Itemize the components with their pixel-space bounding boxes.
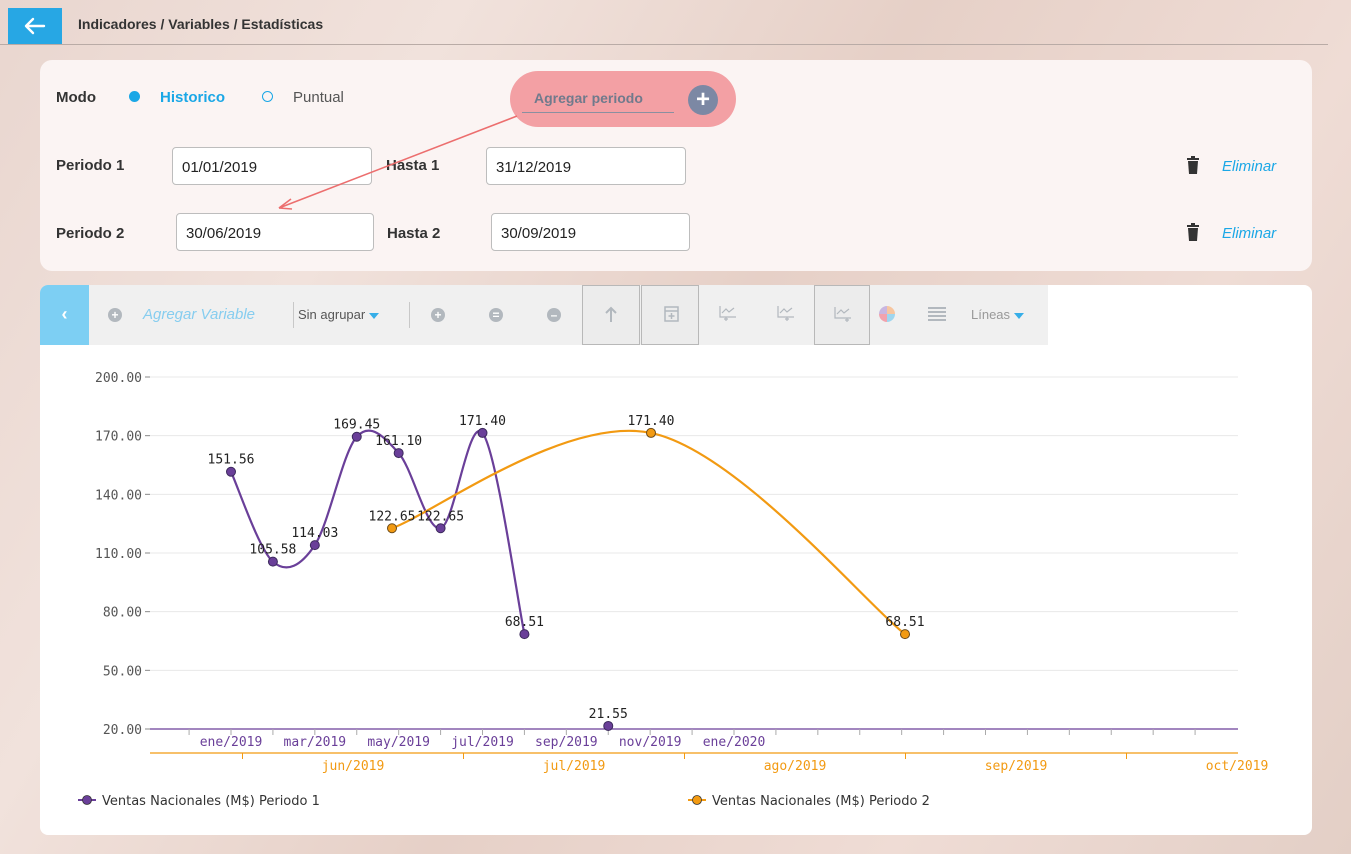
data-label-periodo-1: 171.40	[459, 414, 506, 429]
data-label-periodo-1: 68.51	[505, 615, 544, 630]
data-point-periodo-2	[900, 629, 910, 640]
data-label-periodo-1: 151.56	[208, 453, 255, 468]
data-point-periodo-1	[435, 523, 446, 534]
data-label-periodo-2: 171.40	[628, 414, 675, 429]
x-tick-label-secondary: jul/2019	[543, 759, 606, 774]
data-label-periodo-2: 68.51	[885, 615, 924, 630]
x-tick-label: jul/2019	[451, 735, 514, 750]
data-point-periodo-1	[603, 720, 614, 731]
x-tick-label: may/2019	[367, 735, 430, 750]
chart-card: ‹ + Agregar Variable Sin agrupar + = – L…	[40, 285, 1312, 835]
x-tick-label-secondary: oct/2019	[1206, 759, 1269, 774]
x-tick-label-secondary: sep/2019	[985, 759, 1048, 774]
x-tick-label-secondary: ago/2019	[764, 759, 827, 774]
legend-label: Ventas Nacionales (M$) Periodo 2	[712, 794, 930, 809]
x-tick-label: mar/2019	[284, 735, 347, 750]
legend-marker	[82, 795, 92, 805]
data-point-periodo-2	[387, 523, 397, 534]
x-tick-label-secondary: jun/2019	[322, 759, 385, 774]
data-point-periodo-1	[267, 556, 278, 567]
y-tick-label: 80.00	[103, 606, 142, 621]
data-label-periodo-1: 169.45	[333, 418, 380, 433]
legend-marker	[692, 795, 702, 805]
series-line-periodo-2	[391, 429, 906, 635]
data-label-periodo-1: 122.65	[417, 509, 464, 524]
y-tick-label: 20.00	[103, 723, 142, 738]
legend-label: Ventas Nacionales (M$) Periodo 1	[102, 794, 320, 809]
data-label-periodo-1: 161.10	[375, 434, 422, 449]
y-tick-label: 140.00	[95, 488, 142, 503]
line-chart: 200.00 170.00 140.00 110.00 80.00 50.00 20.00 e…	[78, 371, 1269, 809]
data-point-periodo-1	[226, 466, 236, 477]
y-tick-label: 200.00	[95, 371, 142, 386]
data-point-periodo-1	[393, 448, 404, 459]
series-line-periodo-1	[230, 429, 526, 635]
y-tick-label: 110.00	[95, 547, 142, 562]
data-label-periodo-2: 122.65	[369, 509, 416, 524]
x-tick-label: sep/2019	[535, 735, 598, 750]
x-tick-label: nov/2019	[619, 735, 682, 750]
data-point-periodo-1	[309, 540, 320, 551]
data-label-periodo-1: 114.03	[291, 526, 338, 541]
data-label-periodo-1: 21.55	[589, 707, 628, 722]
x-tick-label: ene/2020	[703, 735, 766, 750]
data-point-periodo-1	[519, 629, 530, 640]
data-label-periodo-1: 105.58	[249, 543, 296, 558]
data-point-periodo-1	[477, 427, 488, 438]
data-point-periodo-1	[351, 431, 362, 442]
x-tick-label: ene/2019	[200, 735, 263, 750]
y-tick-label: 170.00	[95, 430, 142, 445]
y-tick-label: 50.00	[103, 664, 142, 679]
data-point-periodo-2	[646, 427, 656, 438]
